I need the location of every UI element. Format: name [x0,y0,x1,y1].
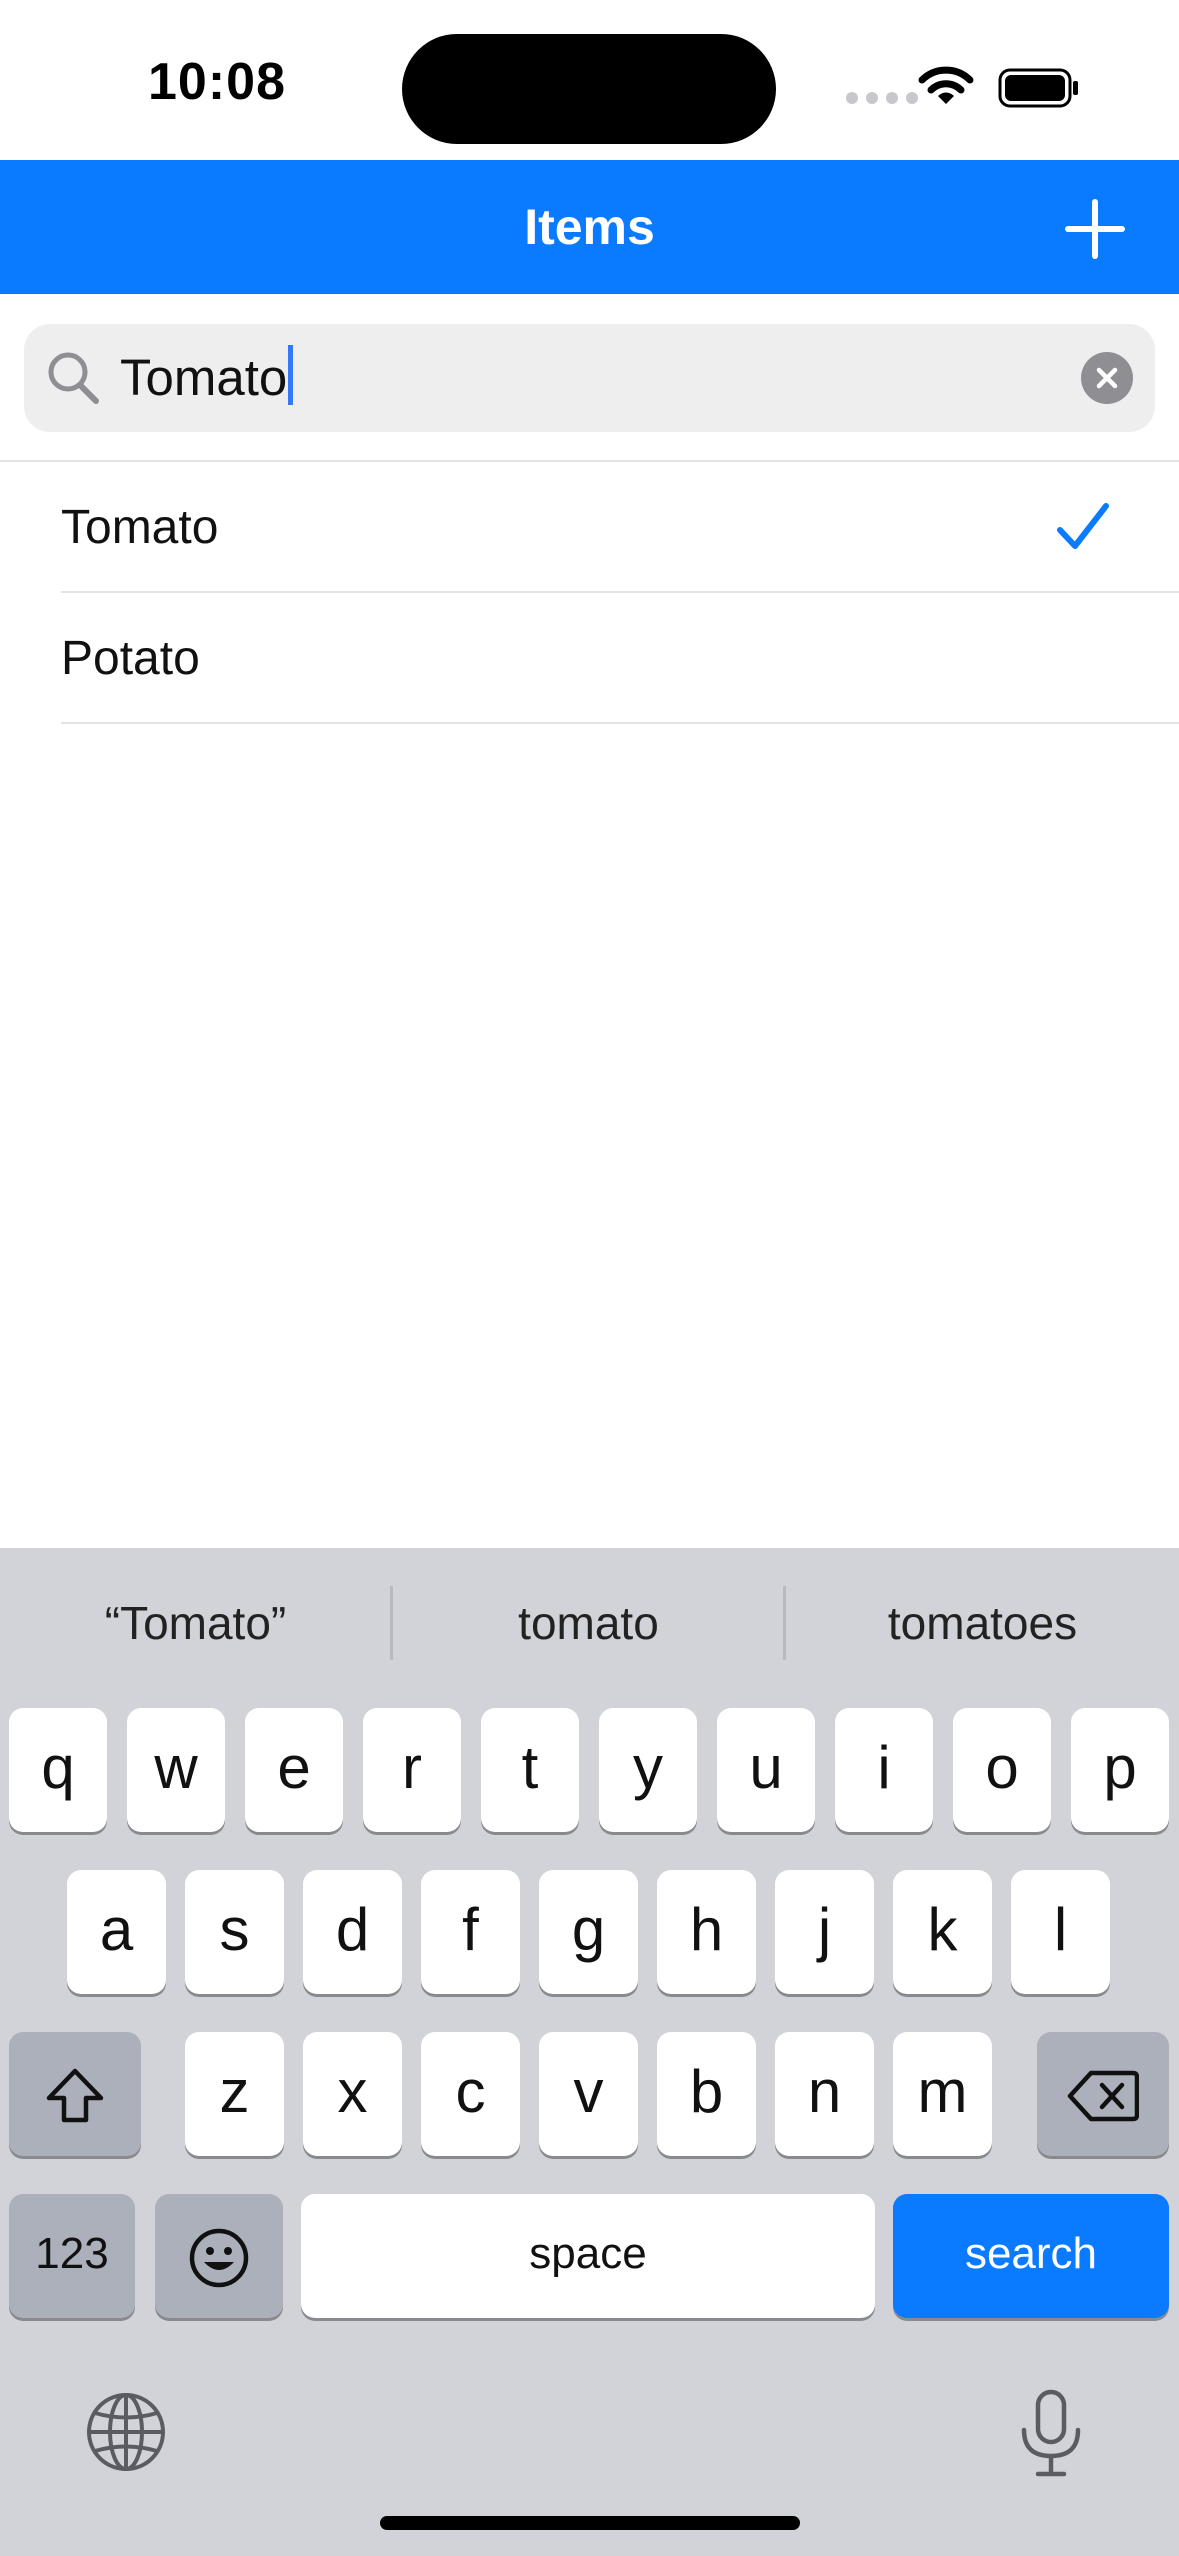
clear-x-icon [1096,367,1118,389]
list-item[interactable]: Potato [0,593,1179,724]
status-time: 10:08 [148,53,286,111]
dynamic-island [402,34,776,144]
status-bar: 10:08 [0,0,1179,160]
key-u[interactable]: u [717,1708,815,1832]
suggestion-quoted[interactable]: “Tomato” [0,1548,391,1698]
key-i[interactable]: i [835,1708,933,1832]
list-item-label: Potato [61,632,200,685]
search-input[interactable]: Tomato [120,345,294,410]
key-t[interactable]: t [481,1708,579,1832]
checkmark-icon [1057,503,1109,549]
keyboard: “Tomato” tomato tomatoes q w e r t y u i… [0,1548,1179,2556]
key-s[interactable]: s [185,1870,284,1994]
microphone-icon[interactable] [1014,2388,1088,2480]
home-indicator[interactable] [380,2516,800,2530]
suggestion-bar: “Tomato” tomato tomatoes [0,1548,1179,1698]
key-k[interactable]: k [893,1870,992,1994]
key-f[interactable]: f [421,1870,520,1994]
backspace-key[interactable] [1037,2032,1169,2156]
key-q[interactable]: q [9,1708,107,1832]
key-d[interactable]: d [303,1870,402,1994]
add-item-button[interactable] [1060,194,1130,264]
key-b[interactable]: b [657,2032,756,2156]
key-y[interactable]: y [599,1708,697,1832]
key-x[interactable]: x [303,2032,402,2156]
key-n[interactable]: n [775,2032,874,2156]
key-z[interactable]: z [185,2032,284,2156]
key-l[interactable]: l [1011,1870,1110,1994]
key-a[interactable]: a [67,1870,166,1994]
space-key[interactable]: space [301,2194,875,2318]
key-w[interactable]: w [127,1708,225,1832]
key-j[interactable]: j [775,1870,874,1994]
key-e[interactable]: e [245,1708,343,1832]
navigation-bar: Items [0,160,1179,294]
delete-backspace-icon [1067,2070,1140,2122]
key-o[interactable]: o [953,1708,1051,1832]
globe-icon[interactable] [84,2390,168,2474]
plus-icon [1065,199,1125,259]
shift-key[interactable] [9,2032,141,2156]
list-item[interactable]: Tomato [0,462,1179,593]
row-separator [61,722,1179,724]
key-m[interactable]: m [893,2032,992,2156]
suggestion-3[interactable]: tomatoes [786,1548,1179,1698]
emoji-icon [189,2228,249,2288]
numbers-key[interactable]: 123 [9,2194,135,2318]
key-v[interactable]: v [539,2032,638,2156]
text-cursor [288,345,294,405]
cellular-signal-icon [846,92,918,104]
search-input-value: Tomato [120,349,288,406]
clear-search-button[interactable] [1081,352,1133,404]
page-title: Items [524,199,655,255]
emoji-key[interactable] [155,2194,283,2318]
battery-icon [998,68,1078,108]
key-c[interactable]: c [421,2032,520,2156]
search-key[interactable]: search [893,2194,1169,2318]
wifi-icon [918,66,974,104]
key-h[interactable]: h [657,1870,756,1994]
magnifier-icon [48,352,99,404]
key-g[interactable]: g [539,1870,638,1994]
list-item-label: Tomato [61,501,219,554]
shift-arrow-icon [46,2068,104,2123]
suggestion-2[interactable]: tomato [393,1548,784,1698]
key-p[interactable]: p [1071,1708,1169,1832]
key-r[interactable]: r [363,1708,461,1832]
